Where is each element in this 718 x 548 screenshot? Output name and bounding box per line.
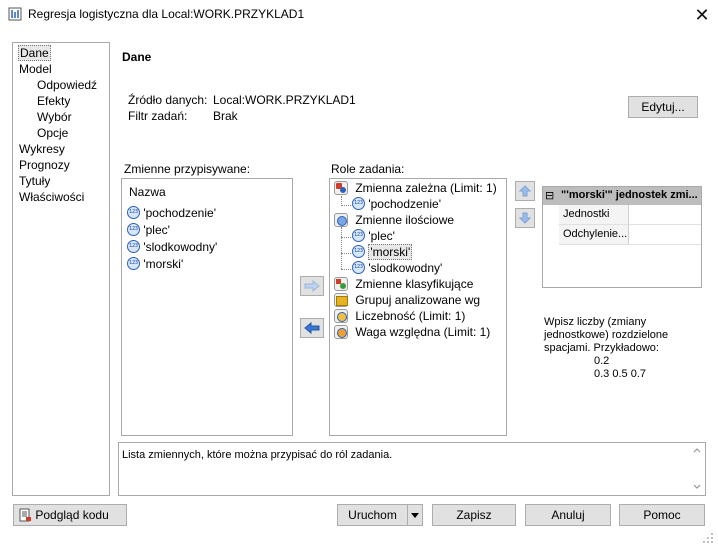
list-item[interactable]: 'morski' xyxy=(127,257,183,271)
data-source-value: Local:WORK.PRZYKLAD1 xyxy=(213,93,356,107)
resize-grip-icon[interactable] xyxy=(702,532,714,544)
assign-left-button[interactable] xyxy=(300,318,324,338)
chevron-down-icon[interactable] xyxy=(693,484,701,490)
chevron-up-icon[interactable] xyxy=(693,447,701,453)
close-icon[interactable]: ✕ xyxy=(690,4,714,26)
divider xyxy=(118,152,702,153)
list-item[interactable]: 'plec' xyxy=(127,223,170,237)
divider xyxy=(118,82,694,83)
collapse-icon[interactable]: ⊟ xyxy=(545,189,554,202)
role-frequency[interactable]: Liczebność (Limit: 1) xyxy=(334,309,465,323)
list-item[interactable]: 'pochodzenie' xyxy=(127,206,216,220)
nav-item-tytuly[interactable]: Tytuły xyxy=(19,174,50,188)
nav-item-wlasciwosci[interactable]: Właściwości xyxy=(19,190,84,204)
move-up-button[interactable] xyxy=(515,181,535,201)
nav-item-opcje[interactable]: Opcje xyxy=(37,126,68,140)
dependent-role-icon xyxy=(334,181,348,195)
classification-role-icon xyxy=(334,277,348,291)
property-row[interactable]: Jednostki xyxy=(559,205,701,225)
weight-role-icon xyxy=(334,325,348,339)
numeric-variable-icon xyxy=(127,257,140,270)
help-button[interactable]: Pomoc xyxy=(619,504,705,526)
run-dropdown-button[interactable] xyxy=(407,504,423,526)
group-by-role-icon xyxy=(334,293,348,307)
role-dependent[interactable]: Zmienna zależna (Limit: 1) xyxy=(334,181,497,195)
numeric-variable-icon xyxy=(352,245,365,258)
task-filter-label: Filtr zadań: xyxy=(128,109,188,123)
numeric-variable-icon xyxy=(352,197,365,210)
move-down-button[interactable] xyxy=(515,208,535,228)
arrow-left-icon xyxy=(304,322,320,334)
roles-label: Role zadania: xyxy=(331,162,405,176)
code-preview-icon xyxy=(19,508,31,522)
arrow-up-icon xyxy=(519,185,531,197)
arrow-right-icon xyxy=(304,280,320,292)
list-item[interactable]: 'slodkowodny' xyxy=(127,240,217,254)
nav-item-odpowiedz[interactable]: Odpowiedź xyxy=(37,78,97,92)
section-title: Dane xyxy=(122,50,152,64)
task-filter-value: Brak xyxy=(213,109,238,123)
role-child-item[interactable]: 'pochodzenie' xyxy=(352,197,441,211)
numeric-variable-icon xyxy=(127,240,140,253)
assignable-listbox[interactable]: Nazwa 'pochodzenie' 'plec' 'slodkowodny'… xyxy=(121,178,293,436)
title-bar: Regresja logistyczna dla Local:WORK.PRZY… xyxy=(0,0,718,30)
frequency-role-icon xyxy=(334,309,348,323)
nav-item-prognozy[interactable]: Prognozy xyxy=(19,158,70,172)
role-relative-weight[interactable]: Waga względna (Limit: 1) xyxy=(334,325,490,339)
property-name: Odchylenie... xyxy=(559,225,629,244)
numeric-variable-icon xyxy=(127,206,140,219)
roles-tree[interactable]: Zmienna zależna (Limit: 1) 'pochodzenie'… xyxy=(329,178,507,436)
app-icon xyxy=(8,7,22,21)
code-preview-button[interactable]: Podgląd kodu xyxy=(13,504,127,526)
dropdown-arrow-icon xyxy=(411,513,419,518)
edit-button[interactable]: Edytuj... xyxy=(628,96,698,118)
property-name: Jednostki xyxy=(559,205,629,224)
role-child-item-selected[interactable]: 'morski' xyxy=(352,244,413,260)
role-quantitative[interactable]: Zmienne ilościowe xyxy=(334,213,454,227)
properties-grid[interactable]: ⊟ "'morski'" jednostek zmi... Jednostki … xyxy=(542,186,702,288)
property-row[interactable]: Odchylenie... xyxy=(559,225,701,245)
properties-header: ⊟ "'morski'" jednostek zmi... xyxy=(543,187,701,205)
nav-item-dane[interactable]: Dane xyxy=(18,45,51,61)
properties-header-label: "'morski'" jednostek zmi... xyxy=(561,189,698,201)
help-text: Wpisz liczby (zmiany jednostkowe) rozdzi… xyxy=(544,316,669,380)
nav-panel: Dane Model Odpowiedź Efekty Wybór Opcje … xyxy=(12,42,110,496)
assign-right-button[interactable] xyxy=(300,276,324,296)
run-button[interactable]: Uruchom xyxy=(337,504,408,526)
nav-item-wykresy[interactable]: Wykresy xyxy=(19,142,65,156)
role-classification[interactable]: Zmienne klasyfikujące xyxy=(334,277,473,291)
description-text: Lista zmiennych, które można przypisać d… xyxy=(122,449,393,461)
numeric-variable-icon xyxy=(352,229,365,242)
role-child-item[interactable]: 'plec' xyxy=(352,229,395,243)
quantitative-role-icon xyxy=(334,213,348,227)
role-group-by[interactable]: Grupuj analizowane wg xyxy=(334,293,480,307)
assignable-label: Zmienne przypisywane: xyxy=(124,162,251,176)
numeric-variable-icon xyxy=(127,223,140,236)
scrollbar[interactable] xyxy=(689,443,705,495)
role-child-item[interactable]: 'slodkowodny' xyxy=(352,261,442,275)
nav-item-efekty[interactable]: Efekty xyxy=(37,94,70,108)
save-button[interactable]: Zapisz xyxy=(432,504,516,526)
cancel-button[interactable]: Anuluj xyxy=(525,504,611,526)
description-box: Lista zmiennych, które można przypisać d… xyxy=(118,442,706,496)
nav-item-wybor[interactable]: Wybór xyxy=(37,110,72,124)
column-header: Nazwa xyxy=(129,185,166,199)
window-title: Regresja logistyczna dla Local:WORK.PRZY… xyxy=(28,7,305,21)
data-source-label: Źródło danych: xyxy=(128,93,208,107)
nav-item-model[interactable]: Model xyxy=(19,62,52,76)
numeric-variable-icon xyxy=(352,261,365,274)
arrow-down-icon xyxy=(519,212,531,224)
